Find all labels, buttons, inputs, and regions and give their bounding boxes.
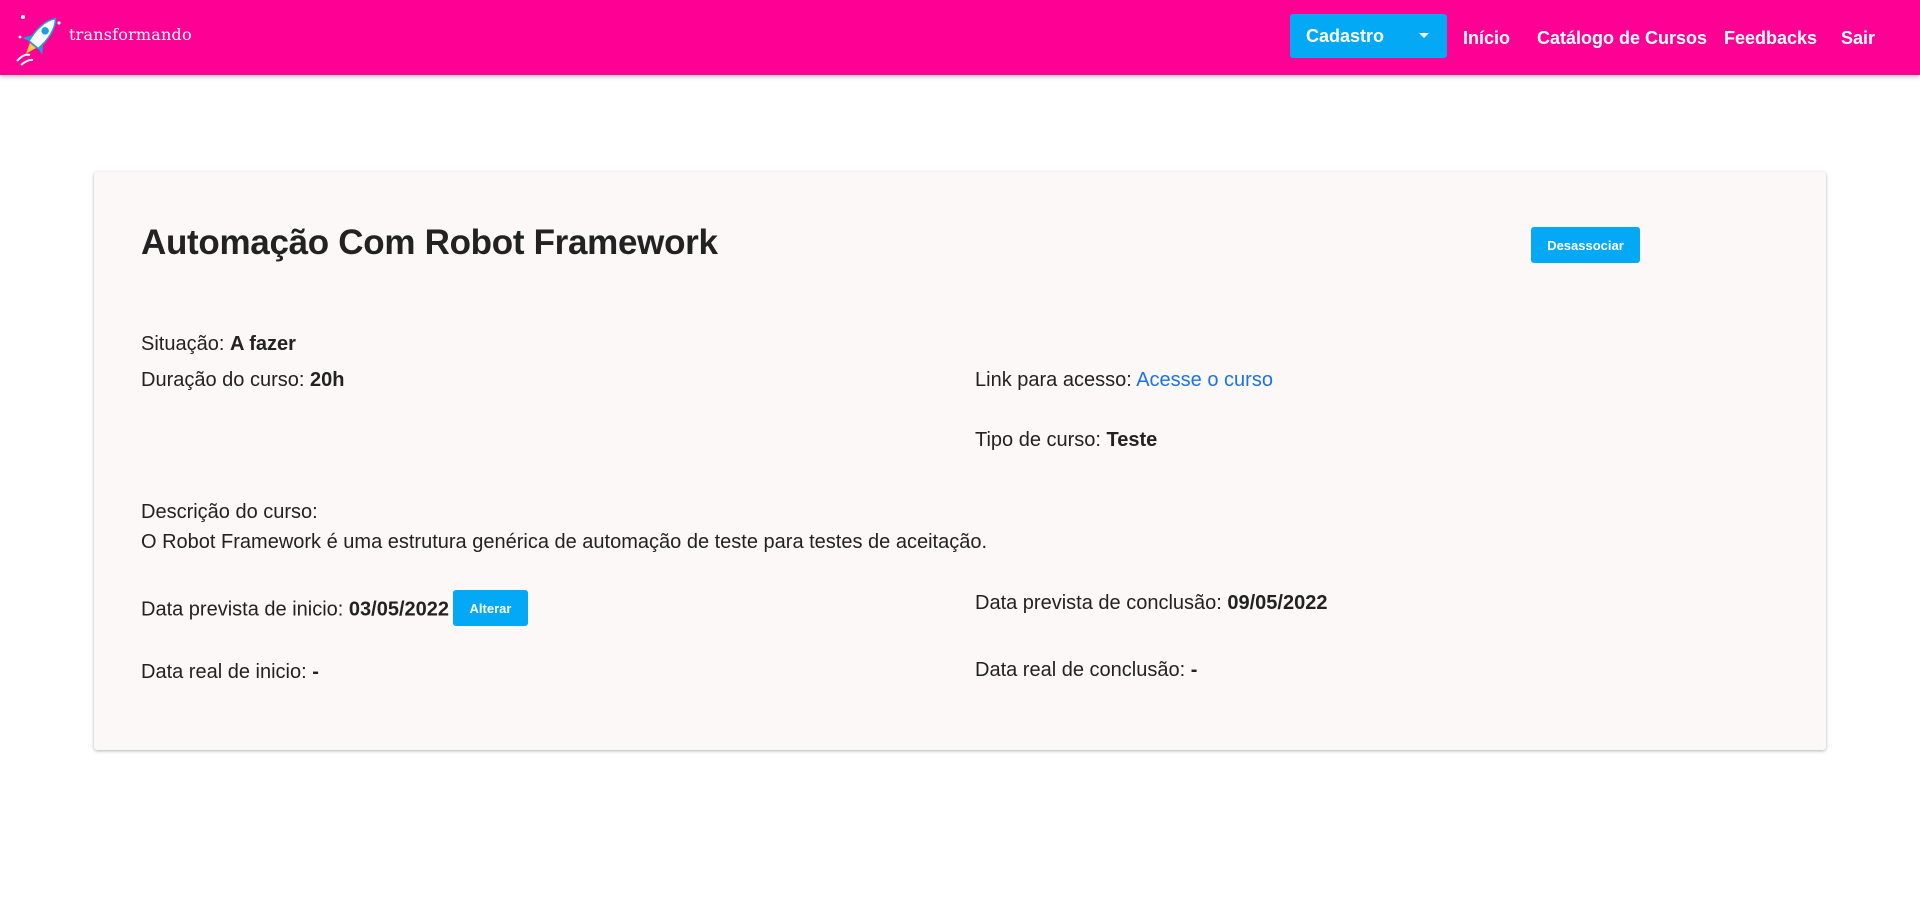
tipo-value: Teste [1106,429,1158,451]
inicio-real-label: Data real de inicio: [141,661,313,683]
nav-link-catalogo[interactable]: Catálogo de Cursos [1537,28,1707,49]
cadastro-dropdown-button[interactable]: Cadastro [1290,14,1447,58]
inicio-real-value: - [312,661,319,683]
brand-name: transformando [69,24,192,44]
tipo-label: Tipo de curso: [975,429,1107,451]
inicio-prevista-field: Data prevista de inicio: 03/05/2022 Alter… [141,590,528,628]
tipo-field: Tipo de curso: Teste [975,429,1157,452]
descricao-value: O Robot Framework é uma estrutura genéri… [141,531,988,553]
inicio-prevista-value: 03/05/2022 [348,598,449,621]
nav-link-inicio[interactable]: Início [1463,28,1510,49]
inicio-prevista-label: Data prevista de inicio: [141,598,349,621]
brand-logo[interactable]: transformando [14,9,192,67]
conclusao-real-label: Data real de conclusão: [975,659,1191,681]
alterar-button[interactable]: Alterar [453,590,528,626]
course-title: Automação Com Robot Framework [141,223,718,262]
course-access-link[interactable]: Acesse o curso [1136,369,1273,391]
conclusao-prevista-field: Data prevista de conclusão: 09/05/2022 [975,592,1327,615]
situacao-label: Situação: [141,333,230,355]
desassociar-button[interactable]: Desassociar [1531,227,1640,263]
conclusao-prevista-label: Data prevista de conclusão: [975,592,1228,614]
nav-link-feedbacks[interactable]: Feedbacks [1724,28,1817,49]
link-field: Link para acesso: Acesse o curso [975,369,1273,392]
duracao-label: Duração do curso: [141,369,310,391]
course-card: Automação Com Robot Framework Desassocia… [94,172,1826,750]
situacao-field: Situação: A fazer [141,333,296,356]
conclusao-real-field: Data real de conclusão: - [975,659,1197,682]
navbar: transformando Cadastro Início Catálogo d… [0,0,1920,75]
cadastro-label: Cadastro [1306,25,1385,46]
situacao-value: A fazer [229,333,296,355]
caret-down-icon [1419,33,1429,38]
nav-link-sair[interactable]: Sair [1841,28,1875,49]
conclusao-prevista-value: 09/05/2022 [1227,592,1328,614]
descricao-label: Descrição do curso: [141,501,318,523]
inicio-real-field: Data real de inicio: - [141,661,319,684]
link-label: Link para acesso: [975,369,1137,391]
duracao-field: Duração do curso: 20h [141,369,344,392]
conclusao-real-value: - [1190,659,1198,681]
duracao-value: 20h [309,369,345,391]
rocket-icon [16,15,61,66]
